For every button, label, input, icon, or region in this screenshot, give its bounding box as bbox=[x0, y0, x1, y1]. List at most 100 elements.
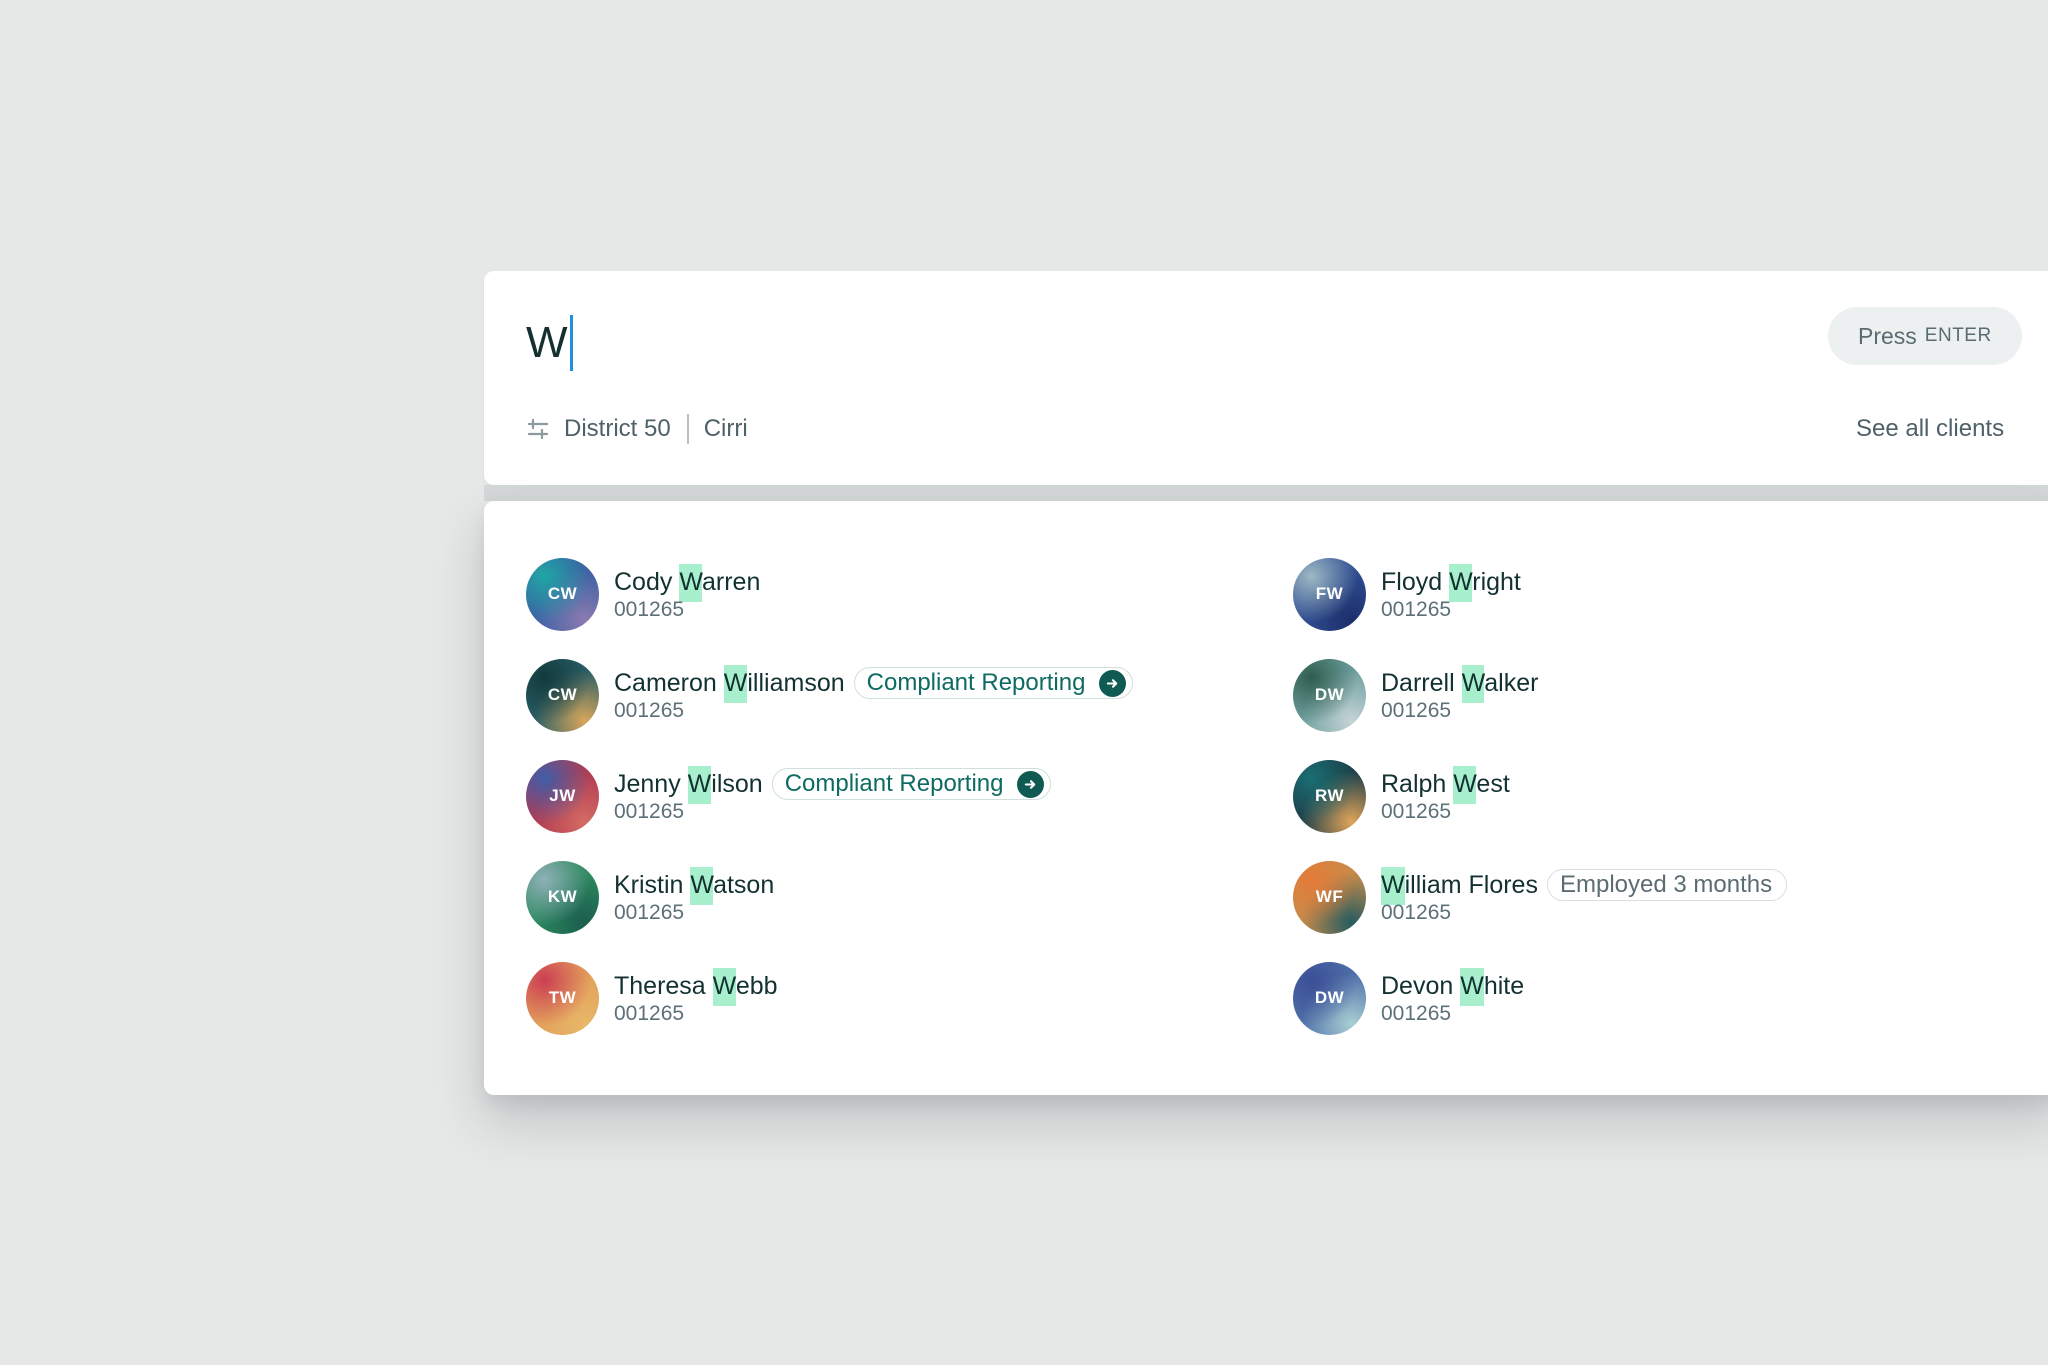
search-input[interactable]: W bbox=[526, 315, 573, 371]
client-name-suffix: right bbox=[1472, 568, 1521, 596]
client-text: William Flores Employed 3 months 001265 bbox=[1381, 867, 1788, 925]
arrow-right-circle-icon[interactable] bbox=[1017, 770, 1045, 798]
client-id: 001265 bbox=[1381, 699, 1452, 722]
client-name-prefix: Ralph bbox=[1381, 770, 1454, 798]
client-name: Cameron Williamson bbox=[614, 665, 845, 703]
client-name-line: Floyd Wright bbox=[1381, 564, 1521, 602]
client-name: Darrell Walker bbox=[1381, 665, 1539, 703]
client-id: 001265 bbox=[614, 901, 685, 924]
client-name-suffix: illiam Flores bbox=[1404, 871, 1538, 899]
see-all-clients-link[interactable]: See all clients bbox=[1856, 412, 2004, 446]
client-text: Jenny Wilson Compliant Reporting 001265 bbox=[614, 766, 1052, 824]
avatar: DW bbox=[1293, 658, 1366, 732]
press-enter-button[interactable]: Press ENTER bbox=[1828, 307, 2022, 365]
results-panel: CW Cody Warren 001265 CW Cameron Williamson C… bbox=[484, 501, 2048, 1095]
client-name: William Flores bbox=[1381, 867, 1538, 905]
client-name-prefix: Kristin bbox=[614, 871, 691, 899]
search-match-highlight: W bbox=[1449, 564, 1473, 602]
sliders-icon bbox=[527, 418, 549, 440]
panel-separator bbox=[484, 485, 2048, 501]
client-name: Theresa Webb bbox=[614, 968, 778, 1006]
client-id: 001265 bbox=[614, 800, 685, 823]
client-name-line: William Flores Employed 3 months bbox=[1381, 867, 1788, 905]
client-name-line: Ralph West bbox=[1381, 766, 1510, 804]
district-filter[interactable]: District 50 bbox=[564, 415, 671, 443]
client-text: Cameron Williamson Compliant Reporting 001… bbox=[614, 665, 1134, 723]
client-name-suffix: ilson bbox=[711, 770, 763, 798]
avatar: WF bbox=[1293, 860, 1366, 934]
client-result-item[interactable]: FW Floyd Wright 001265 bbox=[1293, 557, 1521, 631]
client-id: 001265 bbox=[1381, 901, 1452, 924]
search-query-text: W bbox=[526, 318, 568, 367]
search-match-highlight: W bbox=[1461, 665, 1485, 703]
search-match-highlight: W bbox=[723, 665, 748, 703]
client-name-line: Kristin Watson bbox=[614, 867, 775, 905]
client-name: Floyd Wright bbox=[1381, 564, 1521, 602]
client-name-suffix: hite bbox=[1483, 972, 1525, 1000]
client-id: 001265 bbox=[1381, 1002, 1452, 1025]
avatar: KW bbox=[526, 860, 599, 934]
avatar: FW bbox=[1293, 557, 1366, 631]
client-name-prefix: Floyd bbox=[1381, 568, 1450, 596]
arrow-right-circle-icon[interactable] bbox=[1099, 669, 1127, 697]
search-match-highlight: W bbox=[1453, 766, 1477, 804]
client-id: 001265 bbox=[614, 699, 685, 722]
search-match-highlight: W bbox=[690, 867, 714, 905]
client-result-item[interactable]: RW Ralph West 001265 bbox=[1293, 759, 1510, 833]
enter-key-label: ENTER bbox=[1924, 325, 1992, 346]
avatar: CW bbox=[526, 658, 599, 732]
client-result-item[interactable]: KW Kristin Watson 001265 bbox=[526, 860, 774, 934]
text-caret bbox=[569, 315, 573, 371]
search-match-highlight: W bbox=[679, 564, 702, 602]
client-result-item[interactable]: JW Jenny Wilson Compliant Reporting 001265 bbox=[526, 759, 1052, 833]
client-name-suffix: illiamson bbox=[747, 669, 845, 697]
avatar: DW bbox=[1293, 961, 1366, 1035]
tag-label: Compliant Reporting bbox=[866, 669, 1086, 696]
filter-divider bbox=[686, 414, 689, 444]
client-result-item[interactable]: WF William Flores Employed 3 months 001265 bbox=[1293, 860, 1788, 934]
client-id: 001265 bbox=[1381, 598, 1452, 621]
client-name-suffix: alker bbox=[1484, 669, 1539, 697]
client-name-suffix: atson bbox=[713, 871, 775, 899]
search-panel: W Press ENTER District 50 Cirri See all … bbox=[484, 271, 2048, 485]
client-text: Ralph West 001265 bbox=[1381, 766, 1510, 824]
client-text: Devon White 001265 bbox=[1381, 968, 1525, 1026]
client-name-suffix: arren bbox=[701, 568, 761, 596]
client-name-suffix: est bbox=[1476, 770, 1510, 798]
search-match-highlight: W bbox=[687, 766, 712, 804]
client-name-line: Cody Warren bbox=[614, 564, 761, 602]
employment-status-tag: Employed 3 months bbox=[1546, 869, 1788, 901]
search-match-highlight: W bbox=[712, 968, 736, 1006]
client-result-item[interactable]: DW Darrell Walker 001265 bbox=[1293, 658, 1538, 732]
avatar: CW bbox=[526, 557, 599, 631]
filter-bar[interactable]: District 50 Cirri bbox=[526, 412, 748, 446]
client-name-prefix: Cameron bbox=[614, 669, 724, 697]
client-name: Ralph West bbox=[1381, 766, 1510, 804]
client-result-item[interactable]: DW Devon White 001265 bbox=[1293, 961, 1524, 1035]
client-result-item[interactable]: CW Cody Warren 001265 bbox=[526, 557, 760, 631]
client-name-line: Jenny Wilson Compliant Reporting bbox=[614, 766, 1052, 804]
client-name: Kristin Watson bbox=[614, 867, 775, 905]
avatar: TW bbox=[526, 961, 599, 1035]
client-result-item[interactable]: CW Cameron Williamson Compliant Reporting 0… bbox=[526, 658, 1134, 732]
tag-label: Employed 3 months bbox=[1559, 871, 1773, 898]
press-enter-prefix: Press bbox=[1858, 322, 1917, 349]
client-id: 001265 bbox=[614, 1002, 685, 1025]
client-id: 001265 bbox=[614, 598, 685, 621]
client-name-prefix: Darrell bbox=[1381, 669, 1462, 697]
client-text: Darrell Walker 001265 bbox=[1381, 665, 1539, 723]
client-name-prefix: Cody bbox=[614, 568, 680, 596]
client-name-line: Theresa Webb bbox=[614, 968, 778, 1006]
client-name-line: Darrell Walker bbox=[1381, 665, 1539, 703]
client-text: Floyd Wright 001265 bbox=[1381, 564, 1521, 622]
tag-label: Compliant Reporting bbox=[784, 770, 1004, 797]
search-match-highlight: W bbox=[1381, 867, 1405, 905]
client-name-line: Cameron Williamson Compliant Reporting bbox=[614, 665, 1134, 703]
compliant-reporting-tag[interactable]: Compliant Reporting bbox=[771, 768, 1052, 800]
client-name-line: Devon White bbox=[1381, 968, 1525, 1006]
compliant-reporting-tag[interactable]: Compliant Reporting bbox=[853, 667, 1134, 699]
avatar: JW bbox=[526, 759, 599, 833]
client-result-item[interactable]: TW Theresa Webb 001265 bbox=[526, 961, 778, 1035]
org-filter[interactable]: Cirri bbox=[704, 415, 748, 443]
client-name-prefix: Theresa bbox=[614, 972, 713, 1000]
